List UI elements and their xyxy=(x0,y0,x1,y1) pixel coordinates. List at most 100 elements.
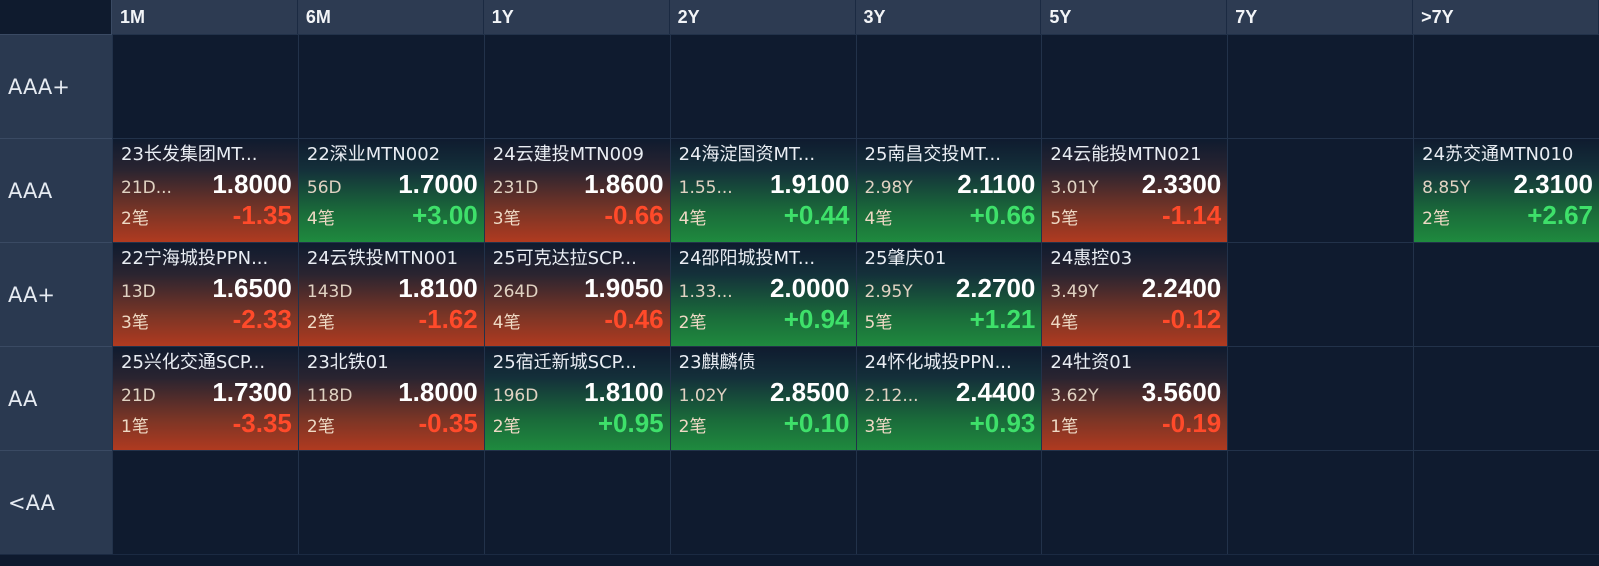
bond-term: 196D xyxy=(492,386,539,406)
bond-mid-row: 143D 1.8100 xyxy=(307,272,478,304)
bond-card[interactable]: 24苏交通MTN010 8.85Y 2.3100 2笔 +2.67 xyxy=(1414,139,1599,242)
bond-term: 3.01Y xyxy=(1050,178,1099,198)
bond-term: 13D xyxy=(121,282,156,302)
trade-count: 4笔 xyxy=(1050,313,1079,333)
row-label-aaa-plus: AAA+ xyxy=(0,34,112,138)
trade-count: 2笔 xyxy=(306,417,335,437)
bond-mid-row: 3.62Y 3.5600 xyxy=(1050,376,1221,408)
matrix-cell xyxy=(1227,346,1414,450)
bond-card[interactable]: 25兴化交通SCP... 21D 1.7300 1笔 -3.35 xyxy=(113,347,298,450)
bond-bottom-row: 4笔 +3.00 xyxy=(307,200,478,230)
row-label-aa-plus: AA+ xyxy=(0,242,112,346)
yield-change: +1.21 xyxy=(969,304,1036,334)
matrix-cell xyxy=(669,450,856,554)
bond-bottom-row: 3笔 -0.66 xyxy=(493,200,664,230)
column-header-6m[interactable]: 6M xyxy=(297,0,484,34)
bond-name: 24惠控03 xyxy=(1050,248,1133,269)
yield-change: +0.93 xyxy=(969,408,1036,438)
bond-yield: 1.6500 xyxy=(212,273,292,303)
bond-name: 24牡资01 xyxy=(1050,352,1133,373)
yield-change: +2.67 xyxy=(1527,200,1593,230)
bond-mid-row: 2.12... 2.4400 xyxy=(865,376,1036,408)
matrix-cell xyxy=(1227,138,1414,242)
bond-card[interactable]: 24云铁投MTN001 143D 1.8100 2笔 -1.62 xyxy=(298,243,484,346)
bond-name: 24海淀国资MT... xyxy=(678,144,816,165)
yield-change: -1.62 xyxy=(418,304,478,334)
matrix-cell: 25可克达拉SCP... 264D 1.9050 4笔 -0.46 xyxy=(483,242,670,346)
trade-count: 4笔 xyxy=(306,209,335,229)
trade-count: 3笔 xyxy=(864,417,893,437)
bond-mid-row: 3.49Y 2.2400 xyxy=(1050,272,1221,304)
column-header-5y[interactable]: 5Y xyxy=(1041,0,1228,34)
bond-mid-row: 231D 1.8600 xyxy=(493,168,664,200)
matrix-cell: 24海淀国资MT... 1.55... 1.9100 4笔 +0.44 xyxy=(669,138,856,242)
bond-card[interactable]: 22深业MTN002 56D 1.7000 4笔 +3.00 xyxy=(298,139,484,242)
matrix-cell: 24牡资01 3.62Y 3.5600 1笔 -0.19 xyxy=(1041,346,1228,450)
bond-card[interactable]: 22宁海城投PPN... 13D 1.6500 3笔 -2.33 xyxy=(113,243,298,346)
bond-card[interactable]: 23长发集团MT... 21D... 1.8000 2笔 -1.35 xyxy=(113,139,298,242)
matrix-cell xyxy=(1413,346,1599,450)
bond-bottom-row: 2笔 +2.67 xyxy=(1422,200,1593,230)
matrix-cell: 22深业MTN002 56D 1.7000 4笔 +3.00 xyxy=(297,138,484,242)
column-header-1m[interactable]: 1M xyxy=(112,0,298,34)
bond-card[interactable]: 24怀化城投PPN... 2.12... 2.4400 3笔 +0.93 xyxy=(856,347,1042,450)
bond-yield: 1.8600 xyxy=(584,169,664,199)
bond-card[interactable]: 24邵阳城投MT... 1.33... 2.0000 2笔 +0.94 xyxy=(670,243,856,346)
trade-count: 2笔 xyxy=(1422,209,1450,229)
trade-count: 3笔 xyxy=(121,313,149,333)
matrix-cell: 24云建投MTN009 231D 1.8600 3笔 -0.66 xyxy=(483,138,670,242)
matrix-cell xyxy=(1227,450,1414,554)
bond-term: 56D xyxy=(306,178,342,198)
column-header-7y[interactable]: 7Y xyxy=(1227,0,1414,34)
bond-card[interactable]: 23北铁01 118D 1.8000 2笔 -0.35 xyxy=(298,347,484,450)
bond-term: 1.02Y xyxy=(678,386,727,406)
yield-change: -1.35 xyxy=(232,200,292,230)
matrix-cell xyxy=(297,34,484,138)
bond-card[interactable]: 23麒麟债 1.02Y 2.8500 2笔 +0.10 xyxy=(670,347,856,450)
yield-change: -0.46 xyxy=(604,304,664,334)
bond-card[interactable]: 24云能投MTN021 3.01Y 2.3300 5笔 -1.14 xyxy=(1042,139,1228,242)
column-header-gt7y[interactable]: >7Y xyxy=(1413,0,1599,34)
column-header-3y[interactable]: 3Y xyxy=(855,0,1042,34)
yield-change: -0.19 xyxy=(1161,408,1222,438)
bond-bottom-row: 4笔 -0.12 xyxy=(1050,304,1221,334)
bond-yield: 2.2700 xyxy=(955,273,1036,303)
bond-card[interactable]: 25可克达拉SCP... 264D 1.9050 4笔 -0.46 xyxy=(484,243,670,346)
bond-card[interactable]: 24惠控03 3.49Y 2.2400 4笔 -0.12 xyxy=(1042,243,1228,346)
trade-count: 1笔 xyxy=(121,417,149,437)
row-label-aa: AA xyxy=(0,346,112,450)
trade-count: 2笔 xyxy=(306,313,335,333)
bond-yield: 1.9050 xyxy=(584,273,664,303)
matrix-cell xyxy=(1413,242,1599,346)
bond-mid-row: 56D 1.7000 xyxy=(307,168,478,200)
bond-bottom-row: 3笔 +0.93 xyxy=(865,408,1036,438)
matrix-cell: 25兴化交通SCP... 21D 1.7300 1笔 -3.35 xyxy=(112,346,298,450)
yield-change: -1.14 xyxy=(1161,200,1222,230)
yield-change: -0.66 xyxy=(604,200,664,230)
bond-term: 8.85Y xyxy=(1422,178,1471,198)
matrix-cell xyxy=(112,450,298,554)
matrix-cell: 24云能投MTN021 3.01Y 2.3300 5笔 -1.14 xyxy=(1041,138,1228,242)
matrix-cell: 25宿迁新城SCP... 196D 1.8100 2笔 +0.95 xyxy=(483,346,670,450)
bond-name: 24怀化城投PPN... xyxy=(864,352,1012,373)
bond-card[interactable]: 25南昌交投MT... 2.98Y 2.1100 4笔 +0.66 xyxy=(856,139,1042,242)
bond-card[interactable]: 25宿迁新城SCP... 196D 1.8100 2笔 +0.95 xyxy=(484,347,670,450)
column-header-1y[interactable]: 1Y xyxy=(483,0,670,34)
yield-change: -0.12 xyxy=(1161,304,1222,334)
bond-matrix: 1M 6M 1Y 2Y 3Y 5Y 7Y >7Y AAA+ AAA 23长发集团MT... 21D..… xyxy=(0,0,1599,555)
bond-term: 1.55... xyxy=(678,178,733,198)
column-header-2y[interactable]: 2Y xyxy=(669,0,856,34)
bond-yield: 2.2400 xyxy=(1141,273,1222,303)
bond-term: 21D xyxy=(121,386,156,406)
bond-bottom-row: 4笔 +0.66 xyxy=(865,200,1036,230)
bond-card[interactable]: 25肇庆01 2.95Y 2.2700 5笔 +1.21 xyxy=(856,243,1042,346)
matrix-cell: 23长发集团MT... 21D... 1.8000 2笔 -1.35 xyxy=(112,138,298,242)
bond-card[interactable]: 24云建投MTN009 231D 1.8600 3笔 -0.66 xyxy=(484,139,670,242)
bond-bottom-row: 2笔 -1.35 xyxy=(121,200,292,230)
bond-bottom-row: 1笔 -3.35 xyxy=(121,408,292,438)
bond-mid-row: 1.55... 1.9100 xyxy=(679,168,850,200)
bond-bottom-row: 4笔 -0.46 xyxy=(493,304,664,334)
trade-count: 3笔 xyxy=(492,209,521,229)
bond-card[interactable]: 24牡资01 3.62Y 3.5600 1笔 -0.19 xyxy=(1042,347,1228,450)
bond-card[interactable]: 24海淀国资MT... 1.55... 1.9100 4笔 +0.44 xyxy=(670,139,856,242)
